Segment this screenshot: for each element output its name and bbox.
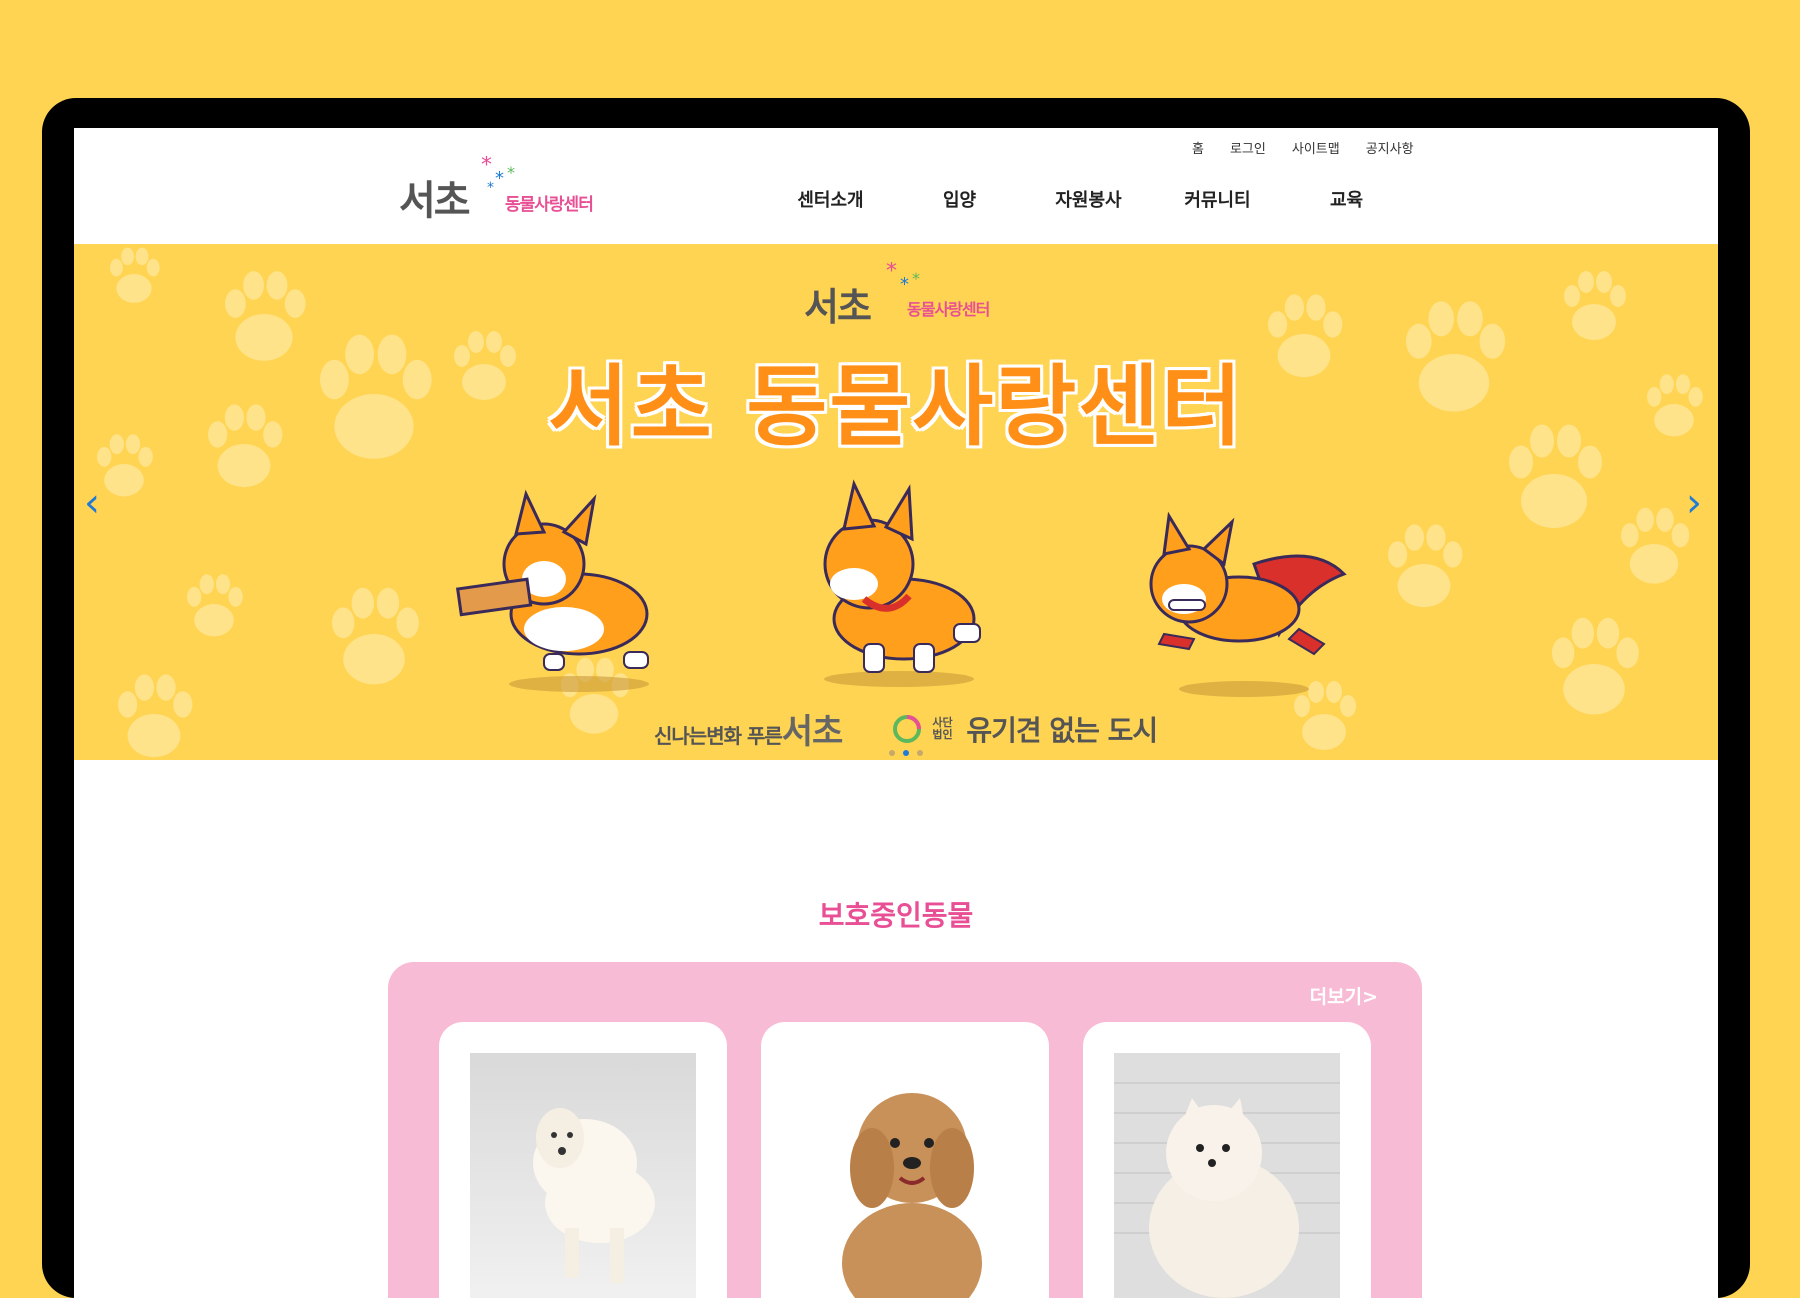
banner-footer: 신나는변화 푸른서초 사단법인 유기견 없는 도시 [654, 704, 1158, 753]
svg-text:*: * [495, 168, 504, 189]
banner-footer-org: 유기견 없는 도시 [966, 713, 1158, 747]
site-logo[interactable]: 서초 * * * * 동물사랑센터 [399, 156, 609, 224]
banner-pagination [889, 750, 923, 756]
util-login-link[interactable]: 로그인 [1230, 138, 1266, 157]
svg-text:*: * [487, 180, 494, 196]
corgi-with-box-icon [455, 489, 649, 692]
animal-card[interactable] [1083, 1022, 1371, 1298]
animal-photo-retriever [470, 1053, 696, 1298]
svg-text:*: * [481, 156, 492, 178]
more-link[interactable]: 더보기> [1310, 982, 1378, 1009]
util-notice-link[interactable]: 공지사항 [1366, 138, 1414, 157]
nav-volunteer[interactable]: 자원봉사 [1024, 186, 1153, 212]
banner-next-arrow[interactable]: › [1686, 480, 1702, 526]
svg-text:*: * [507, 163, 515, 182]
banner-dot-1[interactable] [889, 750, 895, 756]
banner-dot-2[interactable] [903, 750, 909, 756]
animal-photo-poodle [792, 1053, 1018, 1298]
nav-about[interactable]: 센터소개 [766, 186, 895, 212]
banner-footer-org-type: 사단법인 [932, 715, 953, 741]
logo-main-text: 서초 [399, 178, 471, 224]
corgi-hero-icon [1149, 511, 1347, 697]
nav-community[interactable]: 커뮤니티 [1153, 186, 1282, 212]
nav-education[interactable]: 교육 [1282, 186, 1411, 212]
banner-dot-3[interactable] [917, 750, 923, 756]
nav-adoption[interactable]: 입양 [895, 186, 1024, 212]
org-logo-icon [893, 714, 922, 743]
util-home-link[interactable]: 홈 [1192, 138, 1204, 157]
animal-card[interactable] [439, 1022, 727, 1298]
main-nav: 센터소개 입양 자원봉사 커뮤니티 교육 [766, 186, 1411, 212]
logo-sub-text: 동물사랑센터 [505, 195, 594, 215]
animal-photo-pomeranian [1114, 1053, 1340, 1298]
corgi-illustrations [455, 479, 1347, 697]
corgi-sitting-icon [823, 479, 981, 687]
banner-prev-arrow[interactable]: ‹ [84, 480, 100, 526]
util-sitemap-link[interactable]: 사이트맵 [1292, 138, 1340, 157]
section-title: 보호중인동물 [818, 899, 974, 932]
hero-banner: 서초 * * * 동물사랑센터 서초 동물사랑센터 ‹ › 신나는변화 푸른서초… [74, 244, 1718, 760]
animal-card[interactable] [761, 1022, 1049, 1298]
device-frame: 홈 로그인 사이트맵 공지사항 서초 * * * * 동물사랑센터 센터소개 입… [42, 98, 1750, 1298]
browser-screen: 홈 로그인 사이트맵 공지사항 서초 * * * * 동물사랑센터 센터소개 입… [74, 128, 1718, 1298]
banner-footer-slogan: 신나는변화 푸른서초 [654, 712, 843, 752]
utility-nav: 홈 로그인 사이트맵 공지사항 [1192, 138, 1414, 157]
animals-panel: 더보기> [388, 962, 1422, 1298]
